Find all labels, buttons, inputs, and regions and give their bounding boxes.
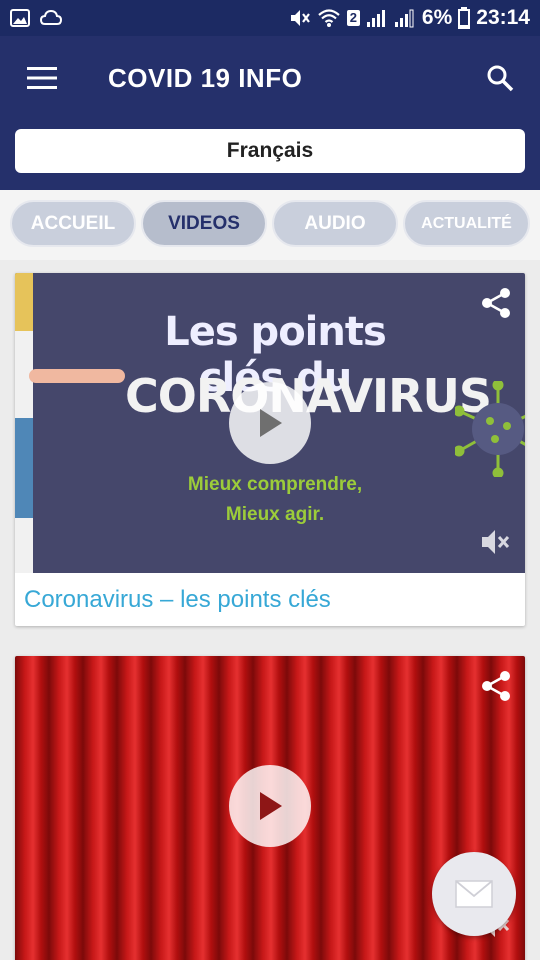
signal-icon: [366, 8, 388, 28]
thumbnail-tagline-line1: Mieux comprendre,: [187, 474, 363, 495]
character-arm: [29, 369, 125, 383]
play-button[interactable]: [229, 382, 311, 464]
clock: 23:14: [476, 6, 530, 29]
battery-icon: [458, 7, 471, 29]
tab-accueil[interactable]: ACCUEIL: [10, 200, 136, 247]
category-tabs: ACCUEIL VIDEOS AUDIO ACTUALITÉ: [0, 190, 540, 260]
video-card[interactable]: Les points clés du CORONAVIRUS Mieux com…: [15, 273, 525, 626]
sim-badge: 2: [346, 10, 360, 26]
search-icon: [487, 65, 514, 92]
cloud-sync-icon: [40, 10, 62, 26]
language-bar: Français: [0, 120, 540, 190]
mute-notification-icon: [289, 8, 311, 28]
language-selector[interactable]: Français: [15, 129, 525, 173]
menu-button[interactable]: [0, 36, 84, 120]
wifi-icon: [317, 8, 341, 28]
share-icon[interactable]: [481, 670, 511, 707]
video-thumbnail[interactable]: Les points clés du CORONAVIRUS Mieux com…: [15, 273, 525, 573]
tab-audio[interactable]: AUDIO: [272, 200, 398, 247]
mail-icon: [455, 880, 493, 908]
video-title[interactable]: Coronavirus – les points clés: [15, 573, 525, 626]
share-icon[interactable]: [481, 287, 511, 324]
play-icon: [260, 409, 282, 437]
play-button[interactable]: [229, 765, 311, 847]
page-title: COVID 19 INFO: [108, 62, 303, 93]
hamburger-menu-icon: [27, 67, 57, 89]
tab-videos[interactable]: VIDEOS: [141, 200, 267, 247]
character-legs: [15, 418, 33, 518]
volume-mute-icon[interactable]: [479, 527, 511, 562]
virus-icon: [455, 381, 525, 477]
tab-actualite[interactable]: ACTUALITÉ: [403, 200, 530, 247]
thumbnail-tagline-line2: Mieux agir.: [225, 504, 325, 525]
character-hair: [15, 273, 33, 331]
contact-fab[interactable]: [432, 852, 516, 936]
app-bar: COVID 19 INFO: [0, 36, 540, 120]
status-bar: 2 6% 23:14: [0, 0, 540, 36]
gallery-notification-icon: [10, 9, 30, 27]
thumbnail-tagline: Mieux comprendre, Mieux agir.: [165, 470, 385, 530]
search-button[interactable]: [478, 56, 522, 100]
battery-percent: 6%: [421, 6, 453, 29]
signal-icon-2: [394, 8, 416, 28]
play-icon: [260, 792, 282, 820]
